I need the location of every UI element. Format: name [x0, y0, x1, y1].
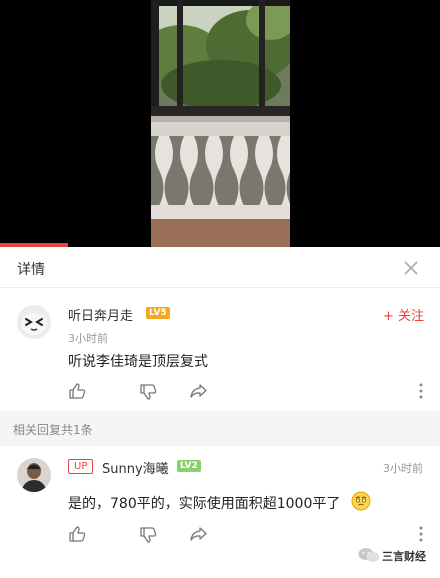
watermark: 三言财经	[352, 547, 436, 577]
reply-share-icon[interactable]	[190, 525, 208, 543]
replies-count-bar: 相关回复共1条	[0, 411, 440, 446]
video-scene-image	[151, 0, 290, 247]
reply-username[interactable]: Sunny海曦	[102, 458, 169, 477]
up-badge: UP	[68, 459, 94, 474]
like-icon[interactable]	[68, 382, 86, 400]
wechat-logo-icon	[358, 547, 380, 567]
comment-text: 听说李佳琦是顶层复式	[68, 354, 208, 370]
watermark-brand: 三言财经	[382, 550, 426, 563]
reply-timestamp: 3小时前	[383, 462, 423, 475]
reply-avatar[interactable]	[17, 458, 51, 492]
video-player[interactable]	[0, 0, 440, 247]
comment-detail-panel: 详情 听日奔月走 LV5 + 关注 3小时前 听说李佳琦是顶层复式 相关回复共1…	[0, 247, 440, 578]
close-icon[interactable]	[400, 257, 422, 279]
share-icon[interactable]	[190, 382, 208, 400]
emoji-icon	[351, 491, 371, 511]
video-frame	[151, 0, 290, 247]
panel-header: 详情	[0, 247, 440, 288]
replies-count-label: 相关回复共1条	[13, 423, 93, 437]
level-badge: LV5	[146, 307, 170, 319]
reply-level-badge: LV2	[177, 460, 201, 472]
reply-dislike-icon[interactable]	[139, 526, 157, 544]
reply-text: 是的，780平的，实际使用面积超1000平了	[68, 496, 341, 512]
more-icon[interactable]	[417, 382, 425, 403]
follow-button[interactable]: + 关注	[383, 305, 424, 324]
comment-timestamp: 3小时前	[68, 332, 108, 345]
dislike-icon[interactable]	[139, 383, 157, 401]
comment-username[interactable]: 听日奔月走	[68, 305, 133, 324]
reply-like-icon[interactable]	[68, 525, 86, 543]
avatar[interactable]	[17, 305, 51, 339]
panel-title: 详情	[17, 262, 45, 278]
reply-more-icon[interactable]	[417, 525, 425, 546]
